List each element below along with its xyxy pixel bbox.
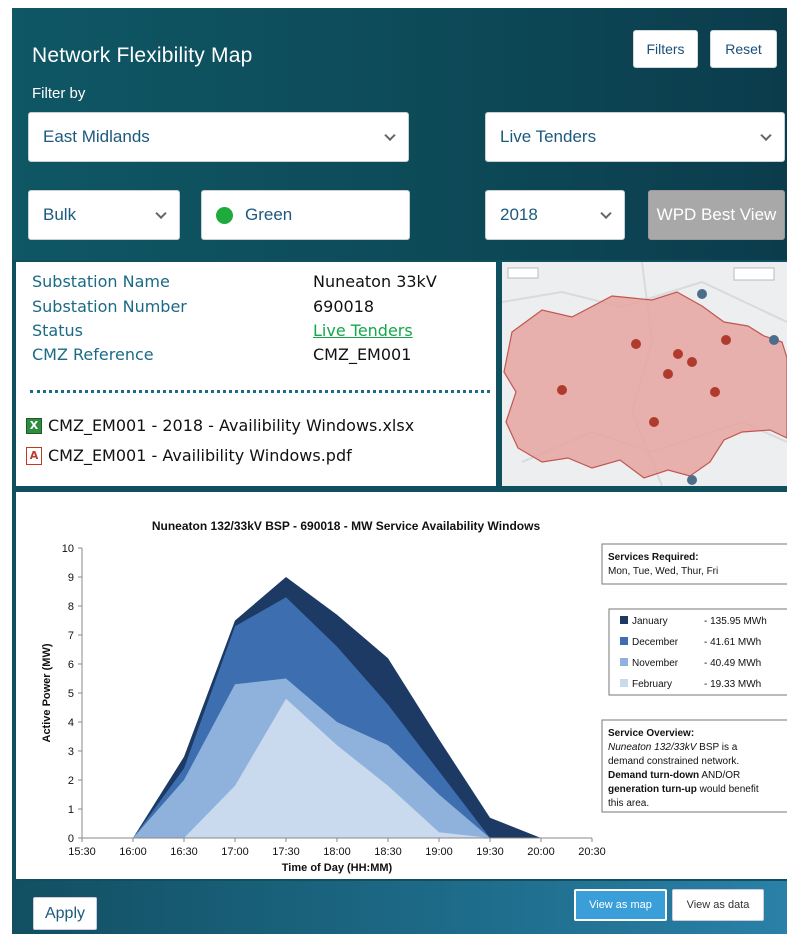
- rag-status-select[interactable]: Green: [201, 190, 410, 240]
- y-tick-label: 2: [68, 775, 74, 787]
- legend-series-energy: - 41.61 MWh: [704, 637, 761, 648]
- filter-header: Network Flexibility Map Filter by Filter…: [12, 8, 787, 260]
- x-tick-label: 18:30: [374, 846, 402, 858]
- service-overview-line: generation turn-up would benefit: [608, 784, 759, 795]
- x-tick-label: 17:30: [272, 846, 300, 858]
- chevron-down-icon: [155, 207, 167, 220]
- view-as-map-button[interactable]: View as map: [574, 889, 667, 921]
- map-svg: [502, 262, 787, 486]
- services-required-days: Mon, Tue, Wed, Thur, Fri: [608, 566, 718, 577]
- view-as-data-button[interactable]: View as data: [672, 889, 764, 921]
- type-select-value: Bulk: [43, 205, 77, 224]
- excel-file-icon: X: [26, 417, 42, 434]
- year-select[interactable]: 2018: [485, 190, 625, 240]
- page-title: Network Flexibility Map: [32, 44, 253, 67]
- wpd-best-view-button[interactable]: WPD Best View: [648, 190, 785, 240]
- substation-number-label: Substation Number: [32, 297, 187, 316]
- status-link[interactable]: Live Tenders: [313, 321, 413, 340]
- x-tick-label: 19:30: [476, 846, 504, 858]
- services-required-title: Services Required:: [608, 552, 699, 563]
- type-select[interactable]: Bulk: [28, 190, 180, 240]
- filters-button[interactable]: Filters: [633, 30, 698, 68]
- chevron-down-icon: [600, 207, 612, 220]
- x-tick-label: 16:30: [170, 846, 198, 858]
- xlsx-file-name: CMZ_EM001 - 2018 - Availibility Windows.…: [48, 416, 415, 435]
- y-tick-label: 9: [68, 572, 74, 584]
- legend-series-name: November: [632, 658, 679, 669]
- legend-series-energy: - 135.95 MWh: [704, 616, 767, 627]
- y-tick-label: 4: [68, 717, 74, 729]
- x-tick-label: 20:00: [527, 846, 555, 858]
- legend-series-energy: - 40.49 MWh: [704, 658, 761, 669]
- tender-status-select[interactable]: Live Tenders: [485, 112, 785, 162]
- cmz-reference-label: CMZ Reference: [32, 345, 154, 364]
- service-overview-line: Nuneaton 132/33kV BSP is a: [608, 742, 738, 753]
- y-tick-label: 5: [68, 688, 74, 700]
- service-overview-line: demand constrained network.: [608, 756, 739, 767]
- service-overview-line: this area.: [608, 798, 649, 809]
- region-select[interactable]: East Midlands: [28, 112, 409, 162]
- y-tick-label: 10: [62, 543, 74, 555]
- y-tick-label: 8: [68, 601, 74, 613]
- tender-status-value: Live Tenders: [500, 127, 597, 146]
- filter-by-label: Filter by: [32, 85, 86, 102]
- legend-swatch: [620, 679, 628, 687]
- substation-name-label: Substation Name: [32, 272, 170, 291]
- legend-series-energy: - 19.33 MWh: [704, 679, 761, 690]
- substation-info-panel: Substation Name Nuneaton 33kV Substation…: [16, 262, 496, 486]
- chevron-down-icon: [760, 129, 772, 142]
- service-overview-line: Demand turn-down AND/OR: [608, 770, 740, 781]
- substation-name-value: Nuneaton 33kV: [313, 272, 437, 291]
- pdf-file-icon: A: [26, 446, 42, 465]
- region-select-value: East Midlands: [43, 127, 150, 146]
- y-tick-label: 1: [68, 804, 74, 816]
- x-axis-label: Time of Day (HH:MM): [282, 862, 393, 874]
- x-tick-label: 15:30: [68, 846, 96, 858]
- dotted-divider: [30, 390, 490, 393]
- chart-title: Nuneaton 132/33kV BSP - 690018 - MW Serv…: [152, 519, 541, 533]
- x-tick-label: 19:00: [425, 846, 453, 858]
- reset-button[interactable]: Reset: [710, 30, 777, 68]
- x-tick-label: 18:00: [323, 846, 351, 858]
- x-tick-label: 16:00: [119, 846, 147, 858]
- legend-series-name: December: [632, 637, 679, 648]
- availability-chart: Nuneaton 132/33kV BSP - 690018 - MW Serv…: [41, 519, 787, 874]
- y-tick-label: 7: [68, 630, 74, 642]
- status-label: Status: [32, 321, 83, 340]
- xlsx-file-link[interactable]: X CMZ_EM001 - 2018 - Availibility Window…: [26, 416, 414, 435]
- rag-status-value: Green: [245, 205, 293, 224]
- pdf-file-link[interactable]: A CMZ_EM001 - Availibility Windows.pdf: [26, 446, 352, 465]
- app-window: Network Flexibility Map Filter by Filter…: [12, 8, 787, 934]
- x-tick-label: 20:30: [578, 846, 606, 858]
- chevron-down-icon: [384, 129, 396, 142]
- green-status-icon: [216, 206, 233, 224]
- service-overview-title: Service Overview:: [608, 728, 694, 739]
- y-tick-label: 0: [68, 833, 74, 845]
- legend-series-name: January: [632, 616, 668, 627]
- legend-series-name: February: [632, 679, 672, 690]
- y-axis-label: Active Power (MW): [41, 643, 53, 742]
- substation-number-value: 690018: [313, 297, 375, 316]
- apply-button[interactable]: Apply: [33, 897, 97, 930]
- legend-swatch: [620, 658, 628, 666]
- legend-swatch: [620, 616, 628, 624]
- pdf-file-name: CMZ_EM001 - Availibility Windows.pdf: [48, 446, 352, 465]
- x-tick-label: 17:00: [221, 846, 249, 858]
- availability-chart-panel: Nuneaton 132/33kV BSP - 690018 - MW Serv…: [16, 492, 787, 879]
- y-tick-label: 3: [68, 746, 74, 758]
- services-required-box: [601, 543, 787, 585]
- footer-bar: Apply View as map View as data: [12, 881, 787, 934]
- cmz-reference-value: CMZ_EM001: [313, 345, 412, 364]
- y-tick-label: 6: [68, 659, 74, 671]
- map-thumbnail[interactable]: [502, 262, 787, 486]
- legend-swatch: [620, 637, 628, 645]
- year-select-value: 2018: [500, 205, 538, 224]
